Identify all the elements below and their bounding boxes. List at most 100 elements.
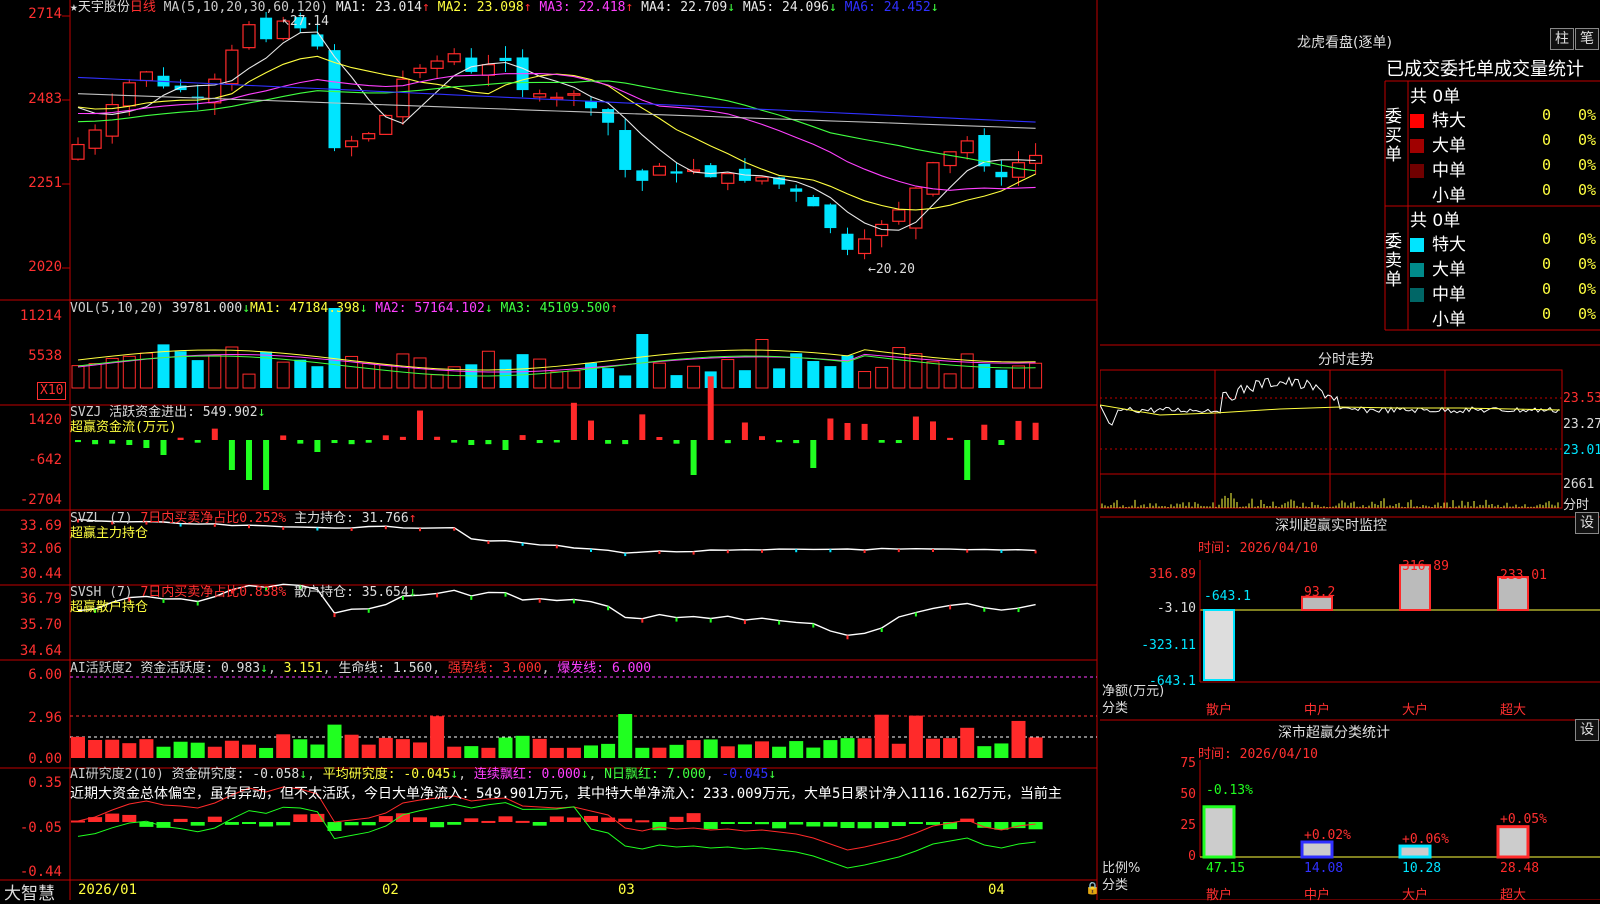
activity-bar [310,744,325,758]
fund-outflow-bar [194,440,201,443]
ai2-summary-text: 近期大资金总体偏空，虽有异动，但不太活跃，今日大单净流入：549.901万元，其… [70,786,1062,802]
fund-outflow-bar [228,440,235,470]
order-size-label: 小单 [1432,186,1466,206]
activity-bar [447,746,462,758]
activity-bar [139,739,154,758]
lhb-title: 龙虎看盘(逐单) [1297,35,1392,51]
order-row: 特大 [1410,230,1466,255]
ss-settings-button[interactable]: 设 [1575,719,1599,741]
svsh-sub: 超赢散户持仓 [70,600,149,615]
activity-bar [173,741,188,758]
sell-order-label: 委卖单 [1385,232,1402,290]
ss-xlabel: 分类 [1102,878,1129,893]
fund-outflow-bar [92,440,99,445]
sz-xlabel: 分类 [1102,701,1129,716]
volume-bar-up [926,361,940,389]
color-swatch [1410,164,1424,178]
candle-up [88,129,102,149]
research-bar [259,822,274,827]
order-row: 小单 [1410,305,1466,330]
color-swatch [1410,114,1424,128]
volume-bar-down [294,359,307,388]
research-bar [430,822,445,828]
fund-inflow-bar [930,421,936,440]
activity-bar [156,746,171,758]
activity-bar [584,745,598,758]
activity-bar [686,740,701,758]
activity-bar [498,737,513,758]
sz-category: 散户 [1206,703,1233,718]
ss-tick: 75 [1180,756,1196,771]
candle-up [550,96,564,100]
fund-inflow-bar [588,420,594,440]
order-size-label: 中单 [1432,161,1466,181]
research-bar [635,820,650,823]
activity-bar [464,746,479,758]
activity-bar [276,734,291,758]
ss-bar [1300,840,1334,859]
research-bar [190,822,205,826]
candle-down [841,233,854,250]
svsh-name: SVSH (7) [70,585,133,600]
activity-bar [891,743,906,758]
bar-view-button[interactable]: 柱 [1550,28,1574,50]
order-size-label: 大单 [1432,260,1466,280]
research-bar [413,817,427,822]
research-bar [276,822,291,826]
fund-inflow-bar [399,436,406,440]
fund-inflow-bar [519,435,526,440]
fund-outflow-bar [143,440,150,448]
ss-stats-title: 深市超赢分类统计 [1278,725,1390,741]
activity-bar [71,736,85,758]
svzj-desc: 活跃资金进出: 549.902 [109,405,258,420]
candle-up [1011,162,1026,178]
volume-bar-up [362,362,376,389]
volume-bar-down [807,361,820,388]
fund-outflow-bar [673,440,680,444]
candle-up [943,151,957,167]
fund-inflow-bar [707,376,714,440]
svzj-name: SVZJ [70,405,102,420]
research-bar [327,822,342,831]
order-count: 0 [1542,131,1552,149]
svzj-tick: 1420 [28,412,62,428]
activity-bar [669,744,684,758]
fund-inflow-bar [639,414,646,440]
order-percent: 0% [1578,156,1597,174]
activity-bar [772,746,787,758]
research-bar [669,816,684,822]
sz-settings-button[interactable]: 设 [1575,512,1599,534]
ss-tick: 0 [1188,849,1196,864]
activity-bar [737,744,752,758]
ma2-arrow: ↑ [523,0,532,15]
research-bar [720,822,735,824]
ai2-name: AI研究度2(10) [70,767,164,782]
fund-outflow-bar [331,440,338,444]
fund-outflow-bar [724,440,731,444]
lock-icon[interactable]: 🔒 [1085,881,1100,895]
research-bar [532,822,547,826]
ai2-arrow2: ↓ [450,767,459,782]
order-size-label: 中单 [1432,285,1466,305]
research-bar [344,822,359,826]
fund-outflow-bar [297,440,304,444]
tick-view-button[interactable]: 笔 [1575,28,1599,50]
research-bar [498,816,513,822]
candle-up [755,176,769,182]
research-bar [686,813,701,822]
order-percent: 0% [1578,106,1597,124]
volume-bar-up [430,374,444,389]
order-percent: 0% [1578,305,1597,323]
period-label[interactable]: 日线 [130,0,156,15]
fund-inflow-bar [211,428,218,440]
color-swatch [1410,263,1424,277]
research-bar [566,817,581,822]
volume-bar-down [995,369,1008,388]
volume-bar-up [550,371,564,389]
volume-bar-up [943,373,957,389]
fund-outflow-bar [75,440,81,443]
research-bar [293,814,308,822]
research-bar [823,822,838,827]
vol-unit-badge[interactable]: X10 [37,382,67,400]
kline-chart-area[interactable] [0,0,1100,900]
